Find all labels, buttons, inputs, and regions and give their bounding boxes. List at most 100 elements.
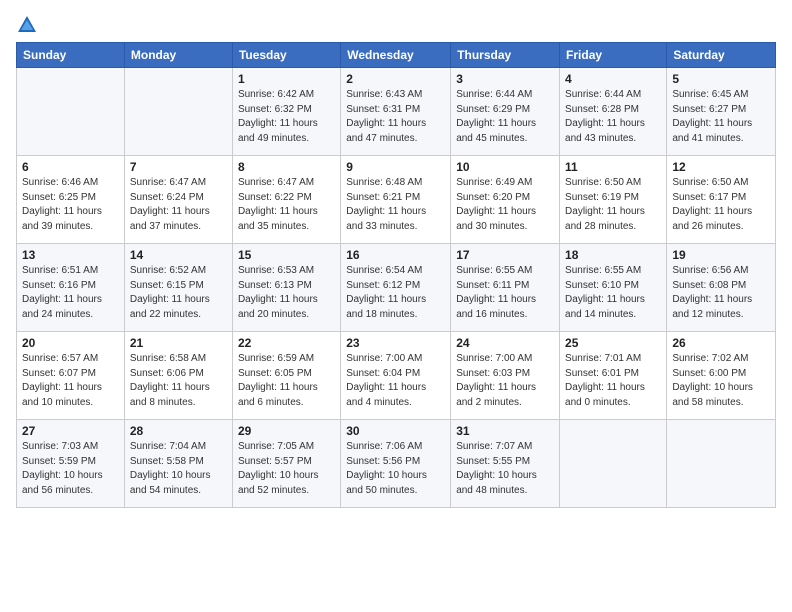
weekday-header-thursday: Thursday — [451, 43, 560, 68]
day-number: 28 — [130, 424, 227, 438]
calendar-cell — [124, 68, 232, 156]
day-detail: Sunrise: 6:55 AM Sunset: 6:10 PM Dayligh… — [565, 264, 661, 322]
header — [16, 10, 776, 36]
calendar-cell: 21Sunrise: 6:58 AM Sunset: 6:06 PM Dayli… — [124, 332, 232, 420]
calendar-cell: 2 Sunrise: 6:43 AM Sunset: 6:31 PM Daylig… — [341, 68, 451, 156]
calendar-cell: 31 Sunrise: 7:07 AM Sunset: 5:55 PM Dayli… — [451, 420, 560, 508]
calendar-week-5: 27 Sunrise: 7:03 AM Sunset: 5:59 PM Dayli… — [17, 420, 776, 508]
day-detail: Sunrise: 6:48 AM Sunset: 6:21 PM Dayligh… — [346, 176, 445, 234]
logo-icon — [16, 14, 38, 36]
calendar-cell: 23 Sunrise: 7:00 AM Sunset: 6:04 PM Dayli… — [341, 332, 451, 420]
calendar-cell: 17Sunrise: 6:55 AM Sunset: 6:11 PM Dayli… — [451, 244, 560, 332]
day-detail: Sunrise: 6:43 AM Sunset: 6:31 PM Dayligh… — [346, 88, 445, 146]
day-number: 12 — [672, 160, 770, 174]
day-number: 22 — [238, 336, 335, 350]
calendar-cell: 15Sunrise: 6:53 AM Sunset: 6:13 PM Dayli… — [232, 244, 340, 332]
day-number: 20 — [22, 336, 119, 350]
calendar-cell: 25 Sunrise: 7:01 AM Sunset: 6:01 PM Dayli… — [560, 332, 667, 420]
calendar-header: SundayMondayTuesdayWednesdayThursdayFrid… — [17, 43, 776, 68]
day-detail: Sunrise: 7:00 AM Sunset: 6:04 PM Dayligh… — [346, 352, 445, 410]
day-detail: Sunrise: 7:02 AM Sunset: 6:00 PM Dayligh… — [672, 352, 770, 410]
day-detail: Sunrise: 6:51 AM Sunset: 6:16 PM Dayligh… — [22, 264, 119, 322]
calendar-week-2: 6 Sunrise: 6:46 AM Sunset: 6:25 PM Daylig… — [17, 156, 776, 244]
weekday-header-row: SundayMondayTuesdayWednesdayThursdayFrid… — [17, 43, 776, 68]
calendar-cell: 30 Sunrise: 7:06 AM Sunset: 5:56 PM Dayli… — [341, 420, 451, 508]
calendar-cell: 29 Sunrise: 7:05 AM Sunset: 5:57 PM Dayli… — [232, 420, 340, 508]
day-number: 26 — [672, 336, 770, 350]
day-number: 30 — [346, 424, 445, 438]
calendar-cell: 4 Sunrise: 6:44 AM Sunset: 6:28 PM Daylig… — [560, 68, 667, 156]
logo — [16, 14, 42, 36]
calendar-week-4: 20 Sunrise: 6:57 AM Sunset: 6:07 PM Dayli… — [17, 332, 776, 420]
weekday-header-friday: Friday — [560, 43, 667, 68]
calendar-cell: 16 Sunrise: 6:54 AM Sunset: 6:12 PM Dayli… — [341, 244, 451, 332]
calendar-week-1: 1Sunrise: 6:42 AM Sunset: 6:32 PM Daylig… — [17, 68, 776, 156]
calendar-cell: 6 Sunrise: 6:46 AM Sunset: 6:25 PM Daylig… — [17, 156, 125, 244]
calendar-cell: 3Sunrise: 6:44 AM Sunset: 6:29 PM Daylig… — [451, 68, 560, 156]
calendar-cell — [17, 68, 125, 156]
calendar: SundayMondayTuesdayWednesdayThursdayFrid… — [16, 42, 776, 508]
calendar-cell: 20 Sunrise: 6:57 AM Sunset: 6:07 PM Dayli… — [17, 332, 125, 420]
day-detail: Sunrise: 7:05 AM Sunset: 5:57 PM Dayligh… — [238, 440, 335, 498]
calendar-cell: 11Sunrise: 6:50 AM Sunset: 6:19 PM Dayli… — [560, 156, 667, 244]
calendar-body: 1Sunrise: 6:42 AM Sunset: 6:32 PM Daylig… — [17, 68, 776, 508]
weekday-header-sunday: Sunday — [17, 43, 125, 68]
day-detail: Sunrise: 6:57 AM Sunset: 6:07 PM Dayligh… — [22, 352, 119, 410]
day-detail: Sunrise: 7:06 AM Sunset: 5:56 PM Dayligh… — [346, 440, 445, 498]
calendar-cell: 28 Sunrise: 7:04 AM Sunset: 5:58 PM Dayli… — [124, 420, 232, 508]
day-detail: Sunrise: 7:03 AM Sunset: 5:59 PM Dayligh… — [22, 440, 119, 498]
day-detail: Sunrise: 7:00 AM Sunset: 6:03 PM Dayligh… — [456, 352, 554, 410]
day-detail: Sunrise: 6:45 AM Sunset: 6:27 PM Dayligh… — [672, 88, 770, 146]
day-detail: Sunrise: 6:46 AM Sunset: 6:25 PM Dayligh… — [22, 176, 119, 234]
day-number: 25 — [565, 336, 661, 350]
day-detail: Sunrise: 6:44 AM Sunset: 6:28 PM Dayligh… — [565, 88, 661, 146]
calendar-cell — [667, 420, 776, 508]
day-number: 6 — [22, 160, 119, 174]
day-detail: Sunrise: 7:01 AM Sunset: 6:01 PM Dayligh… — [565, 352, 661, 410]
day-number: 14 — [130, 248, 227, 262]
day-number: 27 — [22, 424, 119, 438]
calendar-cell: 22 Sunrise: 6:59 AM Sunset: 6:05 PM Dayli… — [232, 332, 340, 420]
calendar-cell: 14Sunrise: 6:52 AM Sunset: 6:15 PM Dayli… — [124, 244, 232, 332]
day-number: 1 — [238, 72, 335, 86]
day-number: 17 — [456, 248, 554, 262]
day-number: 19 — [672, 248, 770, 262]
day-number: 5 — [672, 72, 770, 86]
day-detail: Sunrise: 6:47 AM Sunset: 6:22 PM Dayligh… — [238, 176, 335, 234]
day-detail: Sunrise: 7:04 AM Sunset: 5:58 PM Dayligh… — [130, 440, 227, 498]
day-detail: Sunrise: 6:44 AM Sunset: 6:29 PM Dayligh… — [456, 88, 554, 146]
day-number: 23 — [346, 336, 445, 350]
day-number: 9 — [346, 160, 445, 174]
day-number: 7 — [130, 160, 227, 174]
day-number: 31 — [456, 424, 554, 438]
calendar-cell: 13 Sunrise: 6:51 AM Sunset: 6:16 PM Dayli… — [17, 244, 125, 332]
calendar-week-3: 13 Sunrise: 6:51 AM Sunset: 6:16 PM Dayli… — [17, 244, 776, 332]
weekday-header-wednesday: Wednesday — [341, 43, 451, 68]
day-number: 18 — [565, 248, 661, 262]
day-detail: Sunrise: 6:54 AM Sunset: 6:12 PM Dayligh… — [346, 264, 445, 322]
calendar-cell: 8Sunrise: 6:47 AM Sunset: 6:22 PM Daylig… — [232, 156, 340, 244]
calendar-cell: 12Sunrise: 6:50 AM Sunset: 6:17 PM Dayli… — [667, 156, 776, 244]
day-number: 29 — [238, 424, 335, 438]
day-detail: Sunrise: 6:58 AM Sunset: 6:06 PM Dayligh… — [130, 352, 227, 410]
calendar-cell: 1Sunrise: 6:42 AM Sunset: 6:32 PM Daylig… — [232, 68, 340, 156]
calendar-cell: 10Sunrise: 6:49 AM Sunset: 6:20 PM Dayli… — [451, 156, 560, 244]
day-detail: Sunrise: 6:53 AM Sunset: 6:13 PM Dayligh… — [238, 264, 335, 322]
calendar-cell: 5 Sunrise: 6:45 AM Sunset: 6:27 PM Daylig… — [667, 68, 776, 156]
day-number: 16 — [346, 248, 445, 262]
day-detail: Sunrise: 6:59 AM Sunset: 6:05 PM Dayligh… — [238, 352, 335, 410]
day-detail: Sunrise: 6:47 AM Sunset: 6:24 PM Dayligh… — [130, 176, 227, 234]
weekday-header-saturday: Saturday — [667, 43, 776, 68]
calendar-cell: 27 Sunrise: 7:03 AM Sunset: 5:59 PM Dayli… — [17, 420, 125, 508]
calendar-cell: 18 Sunrise: 6:55 AM Sunset: 6:10 PM Dayli… — [560, 244, 667, 332]
calendar-cell: 24Sunrise: 7:00 AM Sunset: 6:03 PM Dayli… — [451, 332, 560, 420]
day-number: 4 — [565, 72, 661, 86]
page: SundayMondayTuesdayWednesdayThursdayFrid… — [0, 0, 792, 612]
day-number: 13 — [22, 248, 119, 262]
calendar-cell: 26 Sunrise: 7:02 AM Sunset: 6:00 PM Dayli… — [667, 332, 776, 420]
calendar-cell: 7 Sunrise: 6:47 AM Sunset: 6:24 PM Daylig… — [124, 156, 232, 244]
day-detail: Sunrise: 7:07 AM Sunset: 5:55 PM Dayligh… — [456, 440, 554, 498]
calendar-cell: 19Sunrise: 6:56 AM Sunset: 6:08 PM Dayli… — [667, 244, 776, 332]
day-number: 2 — [346, 72, 445, 86]
calendar-cell: 9 Sunrise: 6:48 AM Sunset: 6:21 PM Daylig… — [341, 156, 451, 244]
